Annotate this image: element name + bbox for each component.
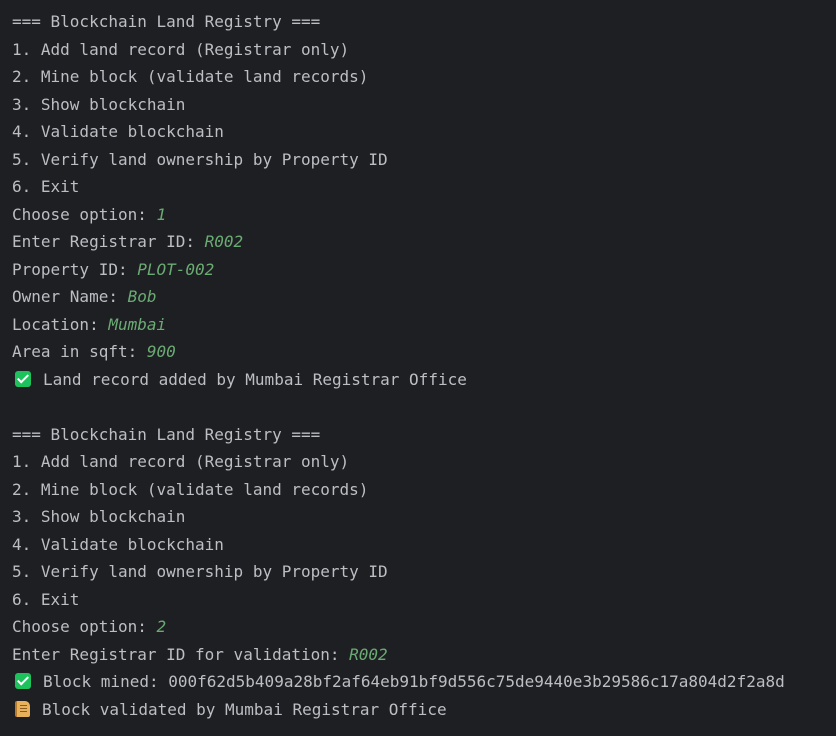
prompt-label: Owner Name: (12, 287, 128, 306)
prompt-label: Choose option: (12, 617, 157, 636)
prompt-label: Choose option: (12, 204, 157, 224)
prompt-choose-option: Choose option: 1 (12, 201, 832, 229)
prompt-label: Area in sqft: (12, 342, 147, 361)
prompt-label: Enter Registrar ID for validation: (12, 644, 350, 664)
prompt-label: Enter Registrar ID: (12, 232, 205, 251)
menu-item-add-land-record: 1. Add land record (Registrar only) (12, 39, 350, 59)
menu-header: === Blockchain Land Registry === (12, 12, 321, 31)
prompt-property-id: Property ID: PLOT-002 (12, 256, 832, 284)
user-input-value: 1 (156, 204, 167, 224)
user-input-value: R002 (204, 232, 244, 251)
user-input-value: PLOT-002 (137, 259, 215, 279)
menu-item-show-blockchain: 3. Show blockchain (12, 94, 186, 114)
result-land-record-added: Land record added by Mumbai Registrar Of… (12, 366, 832, 394)
menu-item-exit: 6. Exit (12, 177, 80, 196)
user-input-value: 900 (146, 342, 176, 361)
user-input-value: 2 (156, 617, 167, 636)
menu-item-add-land-record: 1. Add land record (Registrar only) (12, 452, 350, 471)
result-text: Block validated by Mumbai Registrar Offi… (42, 699, 447, 719)
scroll-icon (15, 700, 30, 717)
result-text: Land record added by Mumbai Registrar Of… (43, 369, 467, 389)
result-block-mined: Block mined: 000f62d5b409a28bf2af64eb91b… (12, 668, 832, 696)
menu-item-verify-ownership: 5. Verify land ownership by Property ID (12, 562, 388, 581)
menu-item-mine-block: 2. Mine block (validate land records) (12, 67, 369, 86)
user-input-value: Mumbai (108, 314, 167, 334)
prompt-owner-name: Owner Name: Bob (12, 283, 832, 311)
menu-item-validate-blockchain: 4. Validate blockchain (12, 122, 224, 141)
menu-item-show-blockchain: 3. Show blockchain (12, 507, 186, 526)
console-output[interactable]: === Blockchain Land Registry === 1. Add … (12, 8, 832, 723)
menu-item-mine-block: 2. Mine block (validate land records) (12, 479, 369, 499)
menu-item-verify-ownership: 5. Verify land ownership by Property ID (12, 149, 388, 169)
menu-item-exit: 6. Exit (12, 589, 80, 609)
prompt-registrar-id: Enter Registrar ID: R002 (12, 228, 832, 256)
prompt-location: Location: Mumbai (12, 311, 832, 339)
check-icon (15, 370, 31, 387)
result-text: Block mined: 000f62d5b409a28bf2af64eb91b… (43, 672, 785, 691)
prompt-choose-option: Choose option: 2 (12, 613, 832, 641)
menu-header: === Blockchain Land Registry === (12, 424, 321, 444)
check-icon (15, 673, 31, 689)
prompt-registrar-id-validation: Enter Registrar ID for validation: R002 (12, 641, 832, 669)
user-input-value: Bob (127, 287, 157, 306)
prompt-label: Property ID: (12, 259, 138, 279)
result-block-validated: Block validated by Mumbai Registrar Offi… (12, 696, 832, 724)
user-input-value: R002 (349, 644, 388, 664)
prompt-label: Location: (12, 314, 109, 334)
menu-item-validate-blockchain: 4. Validate blockchain (12, 534, 224, 554)
prompt-area: Area in sqft: 900 (12, 338, 832, 366)
